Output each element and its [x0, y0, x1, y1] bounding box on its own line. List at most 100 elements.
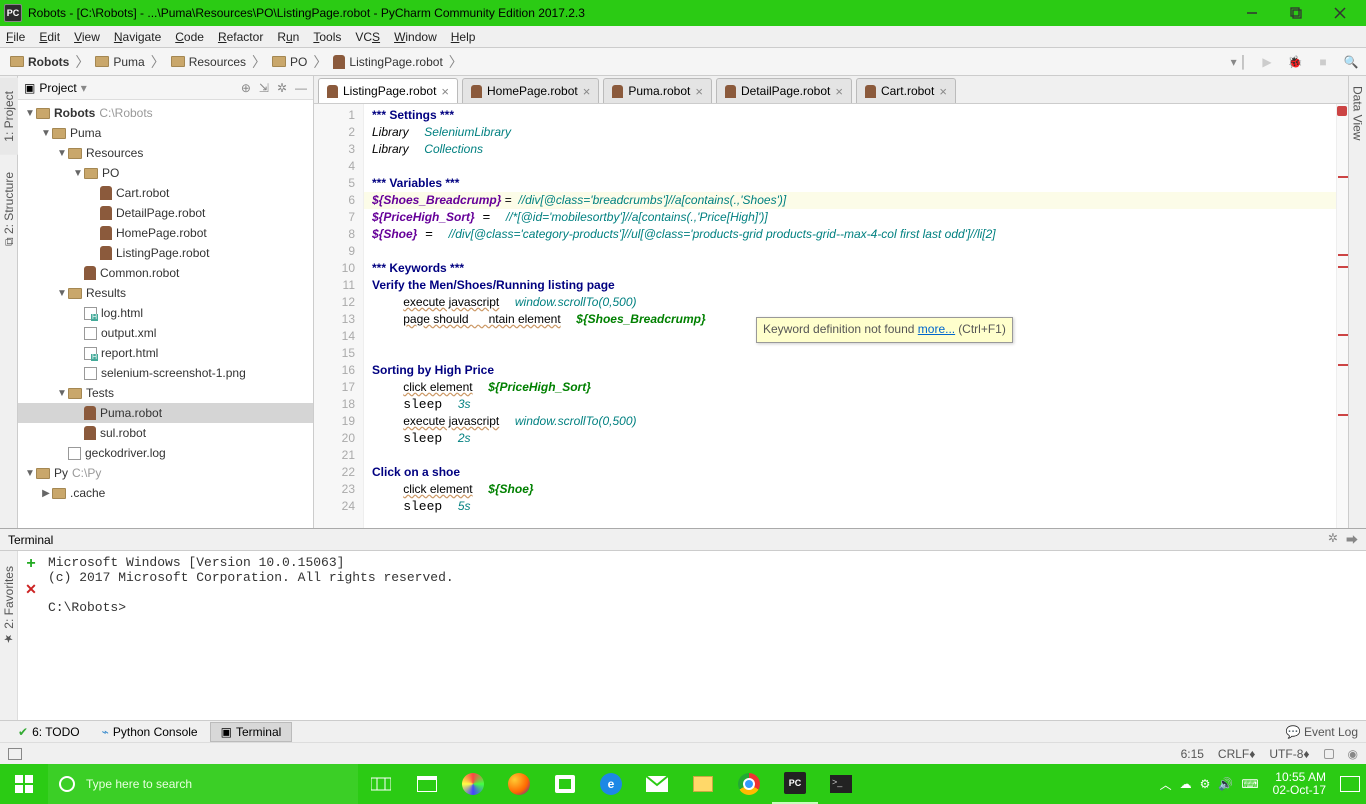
tree-node[interactable]: ▶.cache: [18, 483, 313, 503]
statusbar-toggle-icon[interactable]: [8, 748, 22, 760]
tree-node[interactable]: ▼Tests: [18, 383, 313, 403]
collapse-icon[interactable]: ⇲: [259, 81, 269, 95]
tree-node[interactable]: ▼Puma: [18, 123, 313, 143]
taskbar-app-paint[interactable]: [450, 764, 496, 804]
taskbar-app-firefox[interactable]: [496, 764, 542, 804]
tree-node[interactable]: ▼Results: [18, 283, 313, 303]
project-tree[interactable]: ▼RobotsC:\Robots▼Puma▼Resources▼POCart.r…: [18, 100, 313, 528]
breadcrumb-item[interactable]: Robots: [6, 53, 73, 71]
tree-node[interactable]: ▼PyC:\Py: [18, 463, 313, 483]
stop-button[interactable]: ■: [1314, 53, 1332, 71]
lock-icon[interactable]: [1324, 749, 1334, 759]
bottom-tab-terminal[interactable]: ▣Terminal: [210, 722, 293, 742]
tray-clock[interactable]: 10:55 AM 02-Oct-17: [1267, 771, 1332, 797]
tray-onedrive-icon[interactable]: ☁: [1180, 777, 1192, 791]
search-everywhere-button[interactable]: 🔍: [1342, 53, 1360, 71]
breadcrumb-item[interactable]: PO: [268, 53, 311, 71]
close-terminal-button[interactable]: ✕: [25, 581, 37, 598]
tree-node[interactable]: ▼PO: [18, 163, 313, 183]
tree-node[interactable]: Cart.robot: [18, 183, 313, 203]
editor-tab[interactable]: HomePage.robot×: [462, 78, 599, 103]
tree-node[interactable]: DetailPage.robot: [18, 203, 313, 223]
editor-tab[interactable]: ListingPage.robot×: [318, 78, 458, 103]
tree-node[interactable]: sul.robot: [18, 423, 313, 443]
menu-refactor[interactable]: Refactor: [218, 30, 263, 44]
tree-node[interactable]: ListingPage.robot: [18, 243, 313, 263]
tree-node[interactable]: log.html: [18, 303, 313, 323]
bottom-tab-todo[interactable]: ✔6: TODO: [8, 722, 90, 742]
breadcrumb-item[interactable]: Resources: [167, 53, 250, 71]
autoscroll-icon[interactable]: ⊕: [241, 81, 251, 95]
bottom-tab-python-console[interactable]: ⌁Python Console: [92, 722, 208, 742]
file-encoding[interactable]: UTF-8♦: [1269, 747, 1309, 761]
menu-tools[interactable]: Tools: [313, 30, 341, 44]
tree-node[interactable]: HomePage.robot: [18, 223, 313, 243]
menu-run[interactable]: Run: [277, 30, 299, 44]
hide-icon[interactable]: —: [295, 81, 307, 95]
tree-node[interactable]: geckodriver.log: [18, 443, 313, 463]
breadcrumb-item[interactable]: ListingPage.robot: [329, 53, 446, 71]
cursor-position[interactable]: 6:15: [1181, 747, 1204, 761]
close-tab-icon[interactable]: ×: [835, 84, 843, 99]
menu-file[interactable]: File: [6, 30, 25, 44]
new-terminal-button[interactable]: +: [26, 555, 35, 573]
project-panel-title[interactable]: Project: [39, 81, 76, 95]
editor-tab[interactable]: Cart.robot×: [856, 78, 956, 103]
tree-node[interactable]: ▼Resources: [18, 143, 313, 163]
line-separator[interactable]: CRLF♦: [1218, 747, 1255, 761]
sidebar-tab-dataview[interactable]: Data View: [1350, 76, 1366, 150]
close-tab-icon[interactable]: ×: [695, 84, 703, 99]
editor-tab[interactable]: DetailPage.robot×: [716, 78, 852, 103]
menu-vcs[interactable]: VCS: [355, 30, 380, 44]
menu-help[interactable]: Help: [451, 30, 476, 44]
inspection-icon[interactable]: ◉: [1348, 747, 1358, 761]
tray-chevron-icon[interactable]: ︿: [1160, 776, 1172, 793]
taskbar-app-store[interactable]: [542, 764, 588, 804]
run-config-dropdown[interactable]: ▾ │: [1230, 53, 1248, 71]
close-tab-icon[interactable]: ×: [441, 84, 449, 99]
tree-node[interactable]: output.xml: [18, 323, 313, 343]
event-log-button[interactable]: 💬 Event Log: [1286, 725, 1358, 739]
taskbar-app-pycharm[interactable]: PC: [772, 764, 818, 804]
taskbar-app-explorer[interactable]: [404, 764, 450, 804]
run-button[interactable]: ▶: [1258, 53, 1276, 71]
tray-volume-icon[interactable]: 🔊: [1218, 777, 1233, 791]
menu-navigate[interactable]: Navigate: [114, 30, 161, 44]
tree-node[interactable]: Puma.robot: [18, 403, 313, 423]
menu-code[interactable]: Code: [175, 30, 204, 44]
task-view-button[interactable]: [358, 764, 404, 804]
taskbar-app-fileexplorer[interactable]: [680, 764, 726, 804]
taskbar-app-cmd[interactable]: >_: [818, 764, 864, 804]
minimize-button[interactable]: [1230, 0, 1274, 26]
terminal-settings-icon[interactable]: ✲: [1328, 531, 1338, 548]
sidebar-tab-favorites[interactable]: ★ 2: Favorites: [0, 553, 18, 658]
tree-node[interactable]: Common.robot: [18, 263, 313, 283]
taskbar-app-edge[interactable]: e: [588, 764, 634, 804]
sidebar-tab-structure[interactable]: ⧉ 2: Structure: [0, 159, 18, 259]
menu-window[interactable]: Window: [394, 30, 437, 44]
tray-keyboard-icon[interactable]: ⌨: [1241, 777, 1258, 791]
tray-network-icon[interactable]: ⚙: [1200, 777, 1211, 791]
sidebar-tab-project[interactable]: 1: Project: [0, 78, 18, 155]
editor-tab[interactable]: Puma.robot×: [603, 78, 712, 103]
tree-node[interactable]: ▼RobotsC:\Robots: [18, 103, 313, 123]
close-tab-icon[interactable]: ×: [939, 84, 947, 99]
action-center-icon[interactable]: [1340, 776, 1360, 792]
menu-edit[interactable]: Edit: [39, 30, 60, 44]
tree-node[interactable]: report.html: [18, 343, 313, 363]
taskbar-app-chrome[interactable]: [726, 764, 772, 804]
taskbar-app-mail[interactable]: [634, 764, 680, 804]
close-button[interactable]: [1318, 0, 1362, 26]
breadcrumb-item[interactable]: Puma: [91, 53, 148, 71]
menu-view[interactable]: View: [74, 30, 100, 44]
debug-button[interactable]: 🐞: [1286, 53, 1304, 71]
close-tab-icon[interactable]: ×: [583, 84, 591, 99]
terminal-hide-icon[interactable]: ⮕: [1346, 531, 1358, 548]
code-editor[interactable]: *** Settings *** Library SeleniumLibrary…: [364, 104, 1348, 528]
start-button[interactable]: [0, 764, 48, 804]
maximize-button[interactable]: [1274, 0, 1318, 26]
settings-icon[interactable]: ✲: [277, 81, 287, 95]
error-stripe[interactable]: [1336, 104, 1348, 528]
terminal-output[interactable]: Microsoft Windows [Version 10.0.15063] (…: [44, 551, 1366, 720]
tooltip-more-link[interactable]: more...: [918, 322, 955, 336]
